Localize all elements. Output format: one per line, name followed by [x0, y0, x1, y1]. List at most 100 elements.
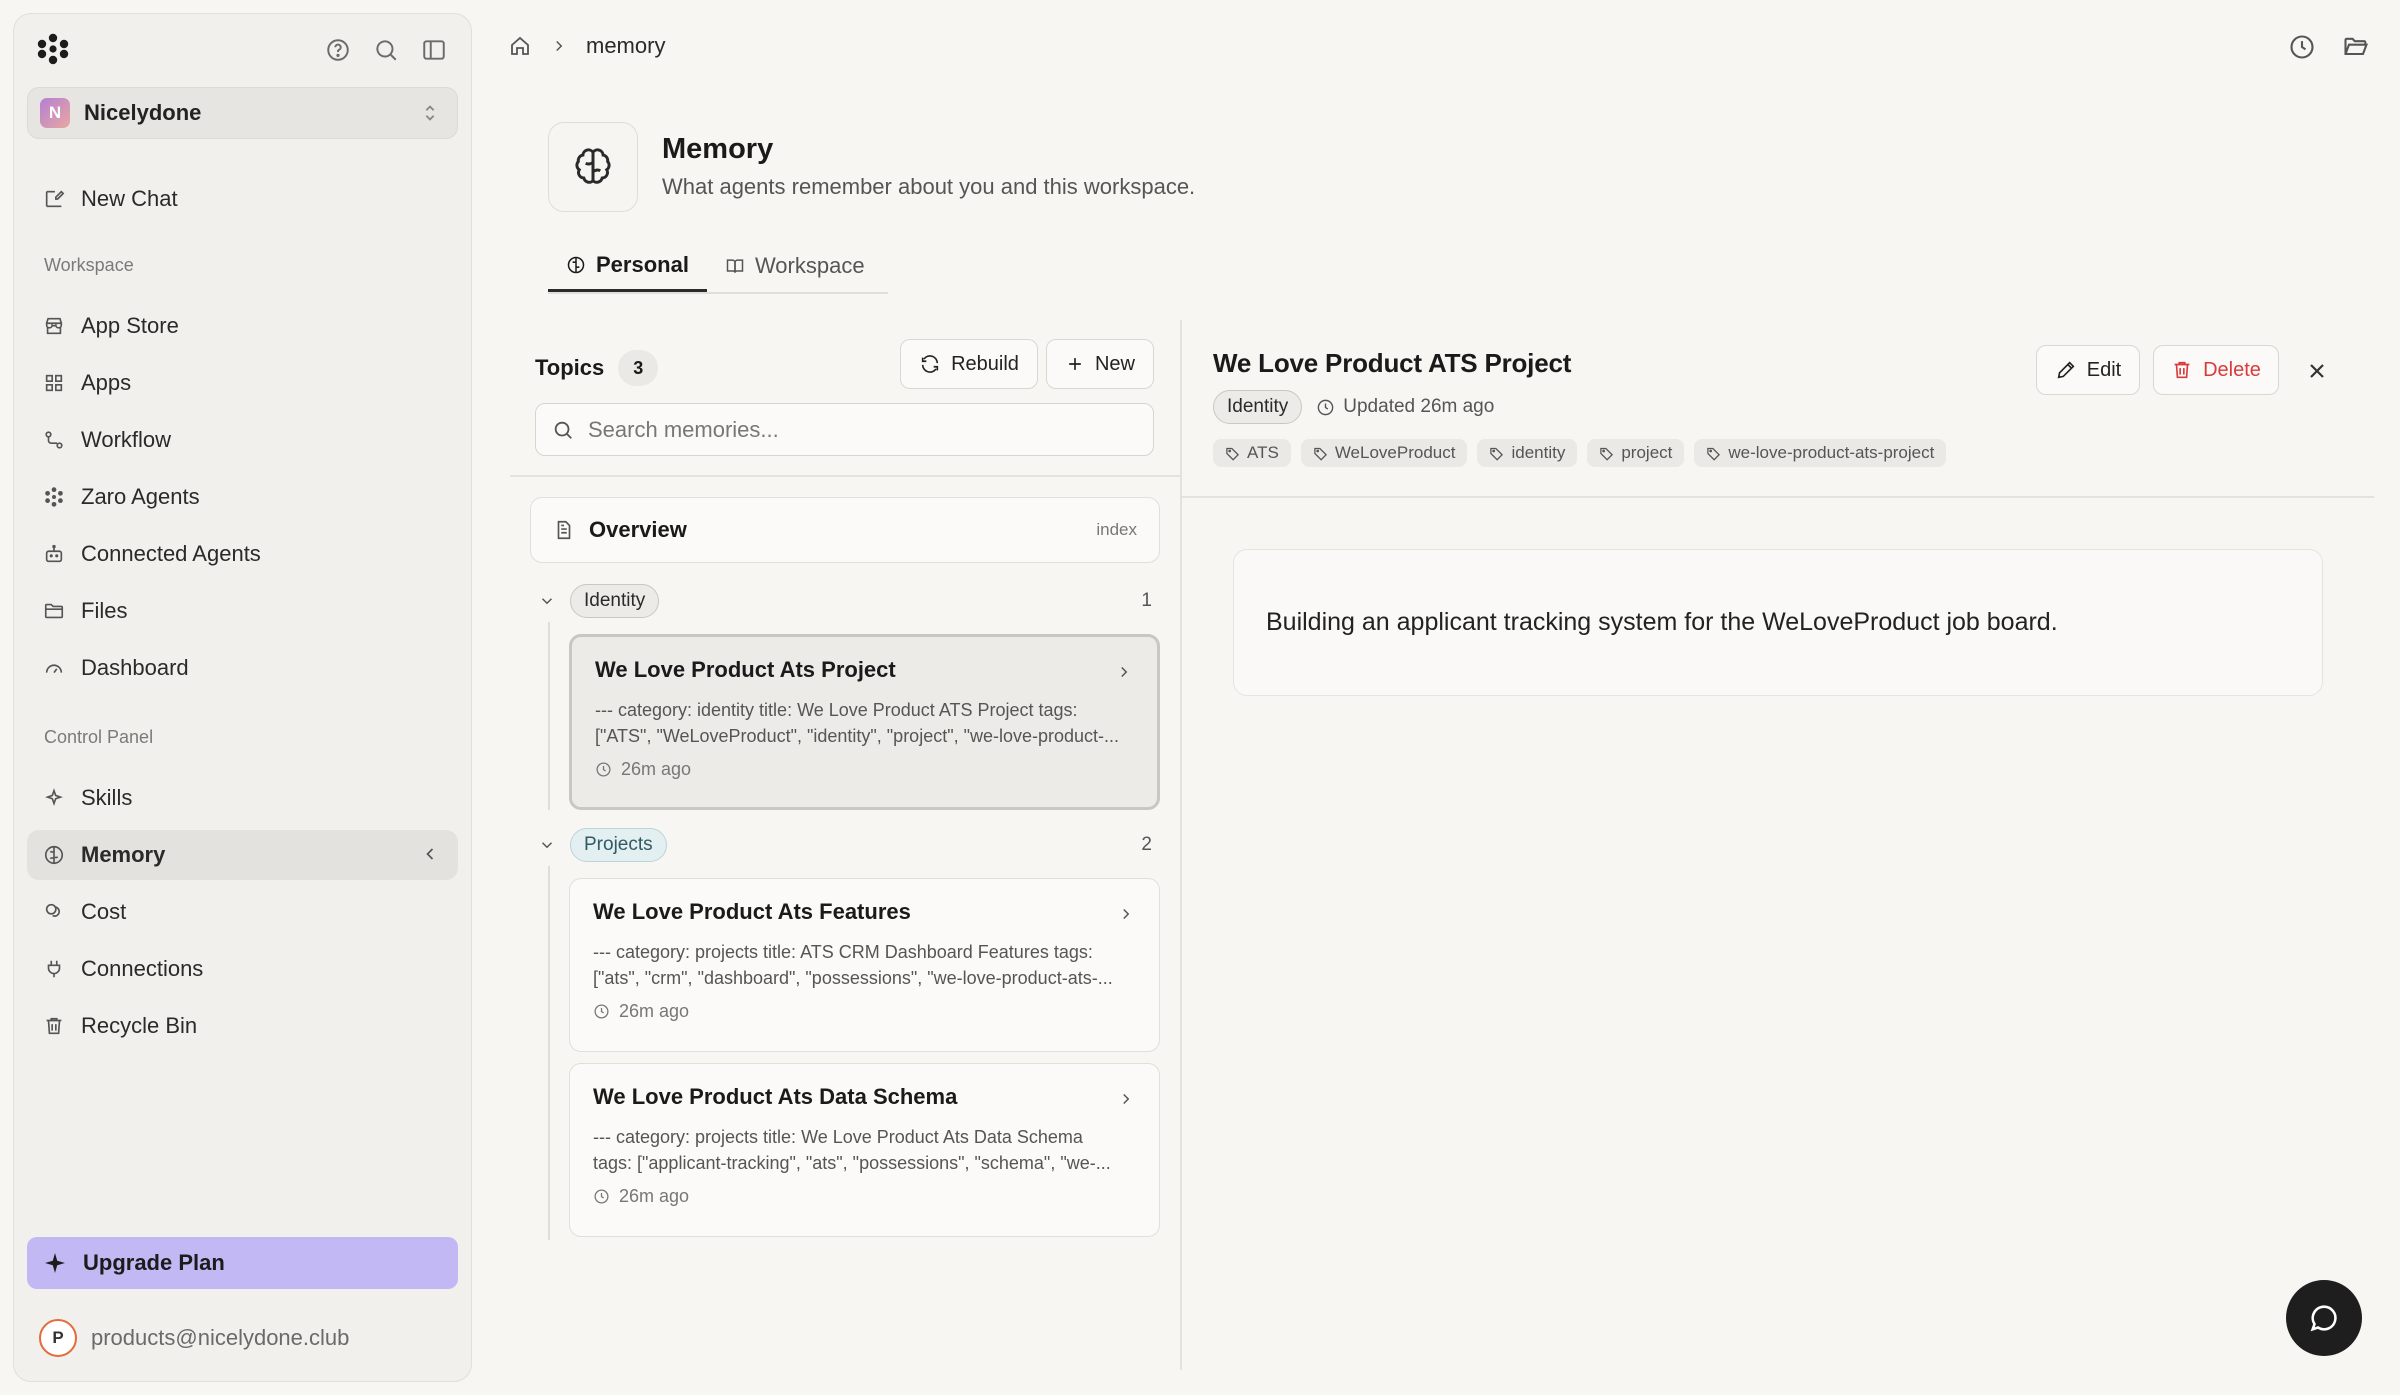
sidebar: N Nicelydone New Chat Workspace App Stor…	[13, 13, 472, 1382]
detail-meta: Identity Updated 26m ago	[1213, 390, 1494, 424]
sidebar-item-files[interactable]: Files	[27, 586, 458, 636]
sidebar-item-memory[interactable]: Memory	[27, 830, 458, 880]
sidebar-item-cost[interactable]: Cost	[27, 887, 458, 937]
sidebar-item-label: Files	[81, 598, 128, 623]
tab-personal[interactable]: Personal	[548, 240, 707, 292]
group-identity-header[interactable]: Identity 1	[538, 584, 1152, 618]
history-icon[interactable]	[2288, 33, 2316, 61]
book-open-icon	[725, 256, 745, 276]
time-label: 26m ago	[619, 1001, 690, 1021]
group-projects-count: 2	[1141, 834, 1152, 855]
page-subtitle: What agents remember about you and this …	[662, 174, 1196, 199]
memory-card-ats-data-schema[interactable]: We Love Product Ats Data Schema --- cate…	[569, 1063, 1160, 1237]
sidebar-item-label: Cost	[81, 899, 127, 924]
upgrade-plan-button[interactable]: Upgrade Plan	[27, 1237, 458, 1289]
user-email: products@nicelydone.club	[91, 1325, 350, 1350]
sidebar-item-label: Apps	[81, 370, 132, 395]
search-input[interactable]	[588, 416, 1128, 443]
detail-title: We Love Product ATS Project	[1213, 348, 1572, 378]
org-switcher[interactable]: N Nicelydone	[27, 87, 458, 139]
tag-icon	[1706, 446, 1721, 461]
page-title: Memory	[662, 133, 774, 165]
memory-card-ats-features[interactable]: We Love Product Ats Features --- categor…	[569, 878, 1160, 1052]
excerpt-line: --- category: projects title: We Love Pr…	[593, 1127, 1083, 1147]
group-identity-count: 1	[1141, 590, 1152, 611]
overview-item[interactable]: Overview index	[530, 497, 1160, 563]
sidebar-item-label: Skills	[81, 785, 133, 810]
home-icon[interactable]	[508, 34, 532, 58]
group-projects-header[interactable]: Projects 2	[538, 828, 1152, 862]
sidebar-item-recycle-bin[interactable]: Recycle Bin	[27, 1001, 458, 1051]
sparkle-plus-icon	[43, 1251, 67, 1275]
tab-label: Personal	[596, 251, 689, 277]
tag-icon	[1225, 446, 1240, 461]
sidebar-item-app-store[interactable]: App Store	[27, 301, 458, 351]
topics-count-badge: 3	[618, 350, 659, 386]
new-memory-button[interactable]: New	[1046, 339, 1154, 389]
control-panel-section-label: Control Panel	[44, 727, 154, 747]
rebuild-button[interactable]: Rebuild	[900, 339, 1038, 389]
chevrons-updown-icon	[419, 102, 441, 124]
tree-line	[548, 866, 550, 1240]
org-avatar: N	[40, 98, 70, 128]
help-icon[interactable]	[323, 35, 353, 65]
overview-label: Overview	[589, 517, 687, 542]
topics-title: Topics	[535, 355, 605, 380]
sidebar-top	[14, 14, 471, 84]
group-projects-pill: Projects	[570, 828, 667, 862]
topics-heading: Topics 3	[535, 350, 659, 386]
new-chat-button[interactable]: New Chat	[27, 174, 458, 224]
user-account[interactable]: P products@nicelydone.club	[39, 1319, 349, 1357]
detail-category-badge: Identity	[1213, 390, 1303, 424]
coins-icon	[43, 901, 65, 923]
memory-card-ats-project[interactable]: We Love Product Ats Project --- category…	[569, 634, 1160, 810]
time-label: 26m ago	[619, 1186, 690, 1206]
topics-divider	[510, 475, 1180, 477]
chevron-down-icon	[538, 836, 556, 854]
tag-chip[interactable]: WeLoveProduct	[1300, 439, 1468, 467]
chevron-left-icon[interactable]	[420, 844, 440, 864]
document-icon	[553, 519, 575, 541]
clock-icon	[593, 1003, 610, 1020]
sidebar-item-apps[interactable]: Apps	[27, 358, 458, 408]
search-icon[interactable]	[371, 35, 401, 65]
logo-icon	[37, 33, 69, 65]
folder-open-icon[interactable]	[2342, 33, 2370, 61]
tab-workspace[interactable]: Workspace	[707, 240, 883, 292]
sidebar-item-skills[interactable]: Skills	[27, 773, 458, 823]
pencil-icon	[2055, 359, 2077, 381]
tag-icon	[1313, 446, 1328, 461]
tag-chip[interactable]: identity	[1477, 439, 1578, 467]
memory-card-title: We Love Product Ats Features	[593, 899, 911, 924]
tag-label: we-love-product-ats-project	[1728, 443, 1935, 462]
sidebar-item-label: Dashboard	[81, 655, 189, 680]
sidebar-item-connections[interactable]: Connections	[27, 944, 458, 994]
sidebar-toggle-icon[interactable]	[419, 35, 449, 65]
chevron-right-icon	[1115, 663, 1133, 681]
tag-label: project	[1621, 443, 1673, 462]
tag-chip[interactable]: we-love-product-ats-project	[1694, 439, 1947, 467]
chat-support-button[interactable]	[2286, 1280, 2362, 1356]
chevron-right-icon	[550, 37, 568, 55]
edit-square-icon	[43, 188, 65, 210]
app-logo[interactable]	[36, 32, 70, 66]
delete-button[interactable]: Delete	[2153, 345, 2279, 395]
close-icon[interactable]	[2300, 354, 2334, 388]
tag-chip[interactable]: ATS	[1213, 439, 1291, 467]
upgrade-plan-label: Upgrade Plan	[83, 1250, 225, 1275]
sidebar-item-workflow[interactable]: Workflow	[27, 415, 458, 465]
sidebar-item-connected-agents[interactable]: Connected Agents	[27, 529, 458, 579]
sidebar-item-label: Memory	[81, 842, 166, 867]
chevron-down-icon	[538, 592, 556, 610]
sidebar-item-dashboard[interactable]: Dashboard	[27, 643, 458, 693]
tree-line	[548, 622, 550, 810]
tag-label: ATS	[1247, 443, 1279, 462]
edit-button[interactable]: Edit	[2036, 345, 2140, 395]
sidebar-item-zaro-agents[interactable]: Zaro Agents	[27, 472, 458, 522]
memory-card-time: 26m ago	[595, 759, 1133, 780]
store-icon	[43, 315, 65, 337]
tag-chip[interactable]: project	[1587, 439, 1685, 467]
group-identity-pill: Identity	[570, 584, 660, 618]
memory-card-excerpt: --- category: identity title: We Love Pr…	[595, 697, 1133, 749]
refresh-icon	[919, 353, 941, 375]
